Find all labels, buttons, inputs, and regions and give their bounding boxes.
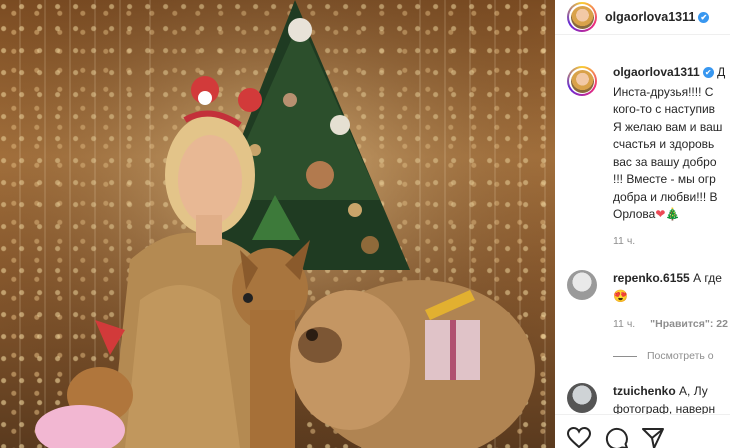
post-photo[interactable]	[0, 0, 555, 448]
post-caption: olgaorlova1311 ✔ Д Инста-друзья!!!! С ког…	[567, 65, 730, 247]
photo-illustration	[0, 0, 555, 448]
share-icon[interactable]	[641, 427, 665, 448]
verified-badge-icon: ✔	[702, 67, 714, 79]
author-username[interactable]: olgaorlova1311 ✔	[605, 10, 710, 24]
caption-line-6: !!! Вместе - мы огр	[613, 172, 716, 186]
view-replies-link[interactable]: Посмотреть о	[613, 350, 714, 362]
caption-username[interactable]: olgaorlova1311	[613, 65, 700, 79]
divider-line	[613, 355, 637, 357]
commenter-username[interactable]: repenko.6155	[613, 271, 690, 285]
caption-line-4: счастья и здоровь	[613, 137, 715, 151]
post-sidebar: olgaorlova1311 ✔ olgaorlova1311 ✔ Д Инста-…	[555, 0, 730, 448]
author-avatar[interactable]	[567, 2, 597, 32]
commenter-avatar[interactable]	[567, 383, 597, 413]
caption-line-8: Орлова	[613, 207, 656, 221]
comment-time[interactable]: 11 ч.	[613, 318, 635, 330]
caption-text: olgaorlova1311 ✔ Д Инста-друзья!!!! С ког…	[613, 65, 730, 251]
caption-line-1: Инста-друзья!!!! С	[613, 84, 714, 99]
comment-likes[interactable]: "Нравится": 22	[650, 318, 728, 330]
comment-item: tzuichenko А, Лу фотограф, наверн	[567, 383, 730, 416]
verified-badge-icon: ✔	[698, 12, 710, 24]
commenter-avatar[interactable]	[567, 270, 597, 300]
caption-line-0: Д	[717, 65, 726, 79]
comment-text: tzuichenko А, Лу	[613, 384, 708, 398]
instagram-post-view: olgaorlova1311 ✔ olgaorlova1311 ✔ Д Инста-…	[0, 0, 730, 448]
tree-emoji: 🎄	[665, 207, 681, 221]
action-bar	[555, 414, 730, 448]
heart-icon[interactable]	[567, 427, 591, 448]
comment-meta: 11 ч. "Нравится": 22	[613, 318, 728, 330]
commenter-username[interactable]: tzuichenko	[613, 384, 676, 398]
caption-line-7: добра и любви!!! В	[613, 189, 718, 204]
comment-icon[interactable]	[605, 427, 629, 448]
comment-text: repenko.6155 А где	[613, 271, 722, 285]
caption-author-avatar[interactable]	[567, 66, 597, 96]
caption-line-3: Я желаю вам и ваш	[613, 119, 723, 134]
heart-emoji: ❤	[655, 207, 666, 221]
comment-emoji: 😍	[613, 289, 628, 303]
caption-line-5: вас за вашу добро	[613, 154, 717, 169]
caption-line-2: кого-то с наступив	[613, 102, 716, 116]
caption-time[interactable]: 11 ч.	[613, 233, 730, 251]
comment-item: repenko.6155 А где 😍 11 ч. "Нравится": 2…	[567, 270, 730, 362]
post-header: olgaorlova1311 ✔	[555, 0, 730, 35]
